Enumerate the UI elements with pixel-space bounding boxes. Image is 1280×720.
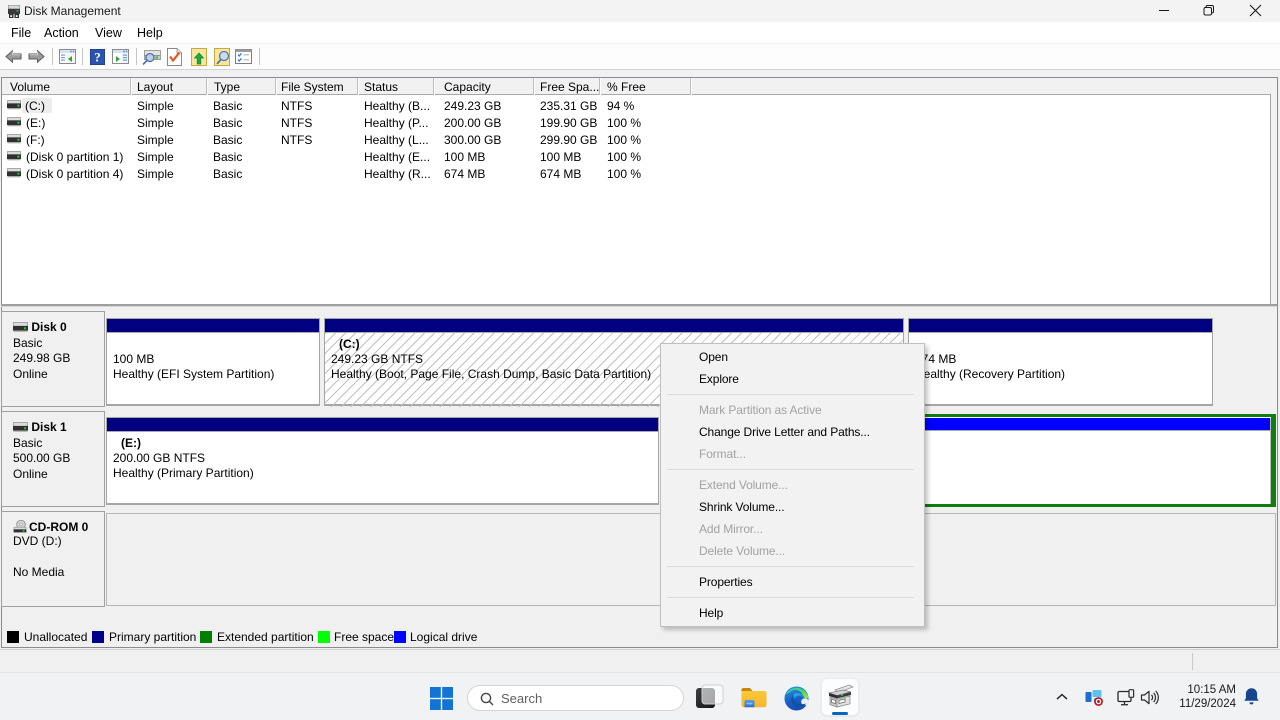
svg-text:?: ?	[94, 50, 101, 65]
